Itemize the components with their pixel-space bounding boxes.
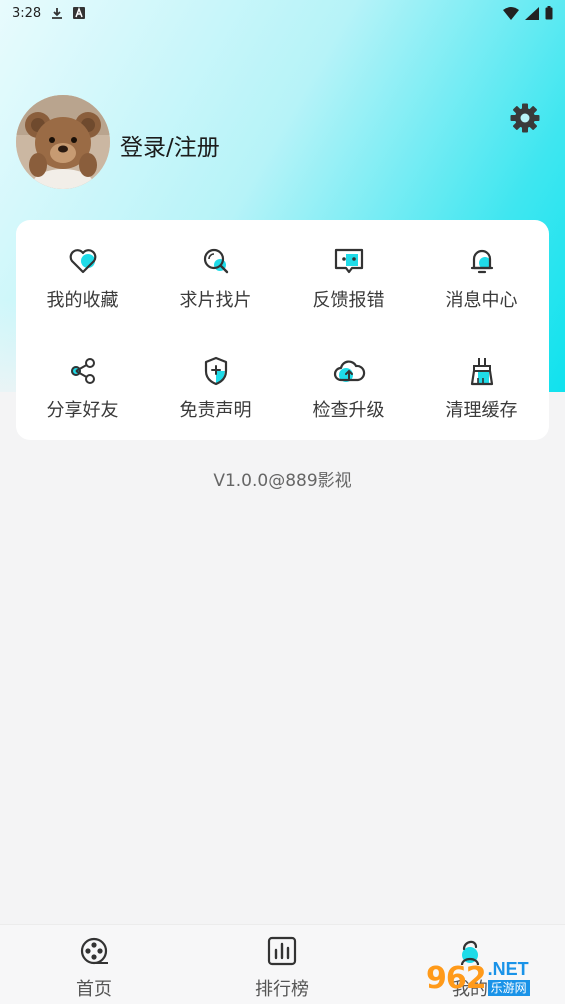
- bar-chart-icon: [267, 936, 297, 966]
- version-text: V1.0.0@889影视: [213, 471, 352, 491]
- teddy-bear-avatar-image: [16, 95, 110, 189]
- site-watermark: 962 .NET 乐游网: [426, 956, 562, 1000]
- watermark-number: 962: [426, 960, 487, 996]
- menu-item-disclaimer[interactable]: 免责声明: [149, 330, 282, 440]
- login-register-link[interactable]: 登录/注册: [120, 128, 220, 162]
- battery-icon: [545, 6, 553, 20]
- menu-item-messages[interactable]: 消息中心: [415, 220, 548, 330]
- status-bar: 3:28: [0, 0, 565, 26]
- bell-icon: [470, 249, 493, 274]
- tab-ranking-label: 排行榜: [255, 979, 309, 1000]
- film-reel-icon: [80, 937, 108, 965]
- tab-ranking[interactable]: 排行榜: [188, 925, 376, 1004]
- tab-home-label: 首页: [76, 979, 112, 1000]
- gear-icon: [510, 103, 540, 133]
- menu-item-feedback[interactable]: 反馈报错: [282, 220, 415, 330]
- menu-item-label: 我的收藏: [46, 290, 119, 311]
- settings-button[interactable]: [508, 101, 542, 135]
- menu-item-check-update[interactable]: 检查升级: [282, 330, 415, 440]
- menu-item-label: 分享好友: [46, 400, 119, 421]
- broom-icon: [470, 358, 493, 386]
- wifi-icon: [503, 6, 519, 20]
- menu-item-label: 求片找片: [179, 290, 252, 311]
- watermark-text: 乐游网: [487, 980, 530, 996]
- menu-item-label: 免责声明: [179, 400, 252, 421]
- share-icon: [70, 358, 95, 384]
- menu-item-request-film[interactable]: 求片找片: [149, 220, 282, 330]
- shield-plus-icon: [204, 356, 227, 386]
- menu-item-label: 反馈报错: [312, 290, 385, 311]
- status-time: 3:28: [12, 5, 42, 21]
- menu-item-label: 检查升级: [312, 400, 385, 421]
- watermark-domain: .NET: [487, 959, 529, 979]
- menu-item-label: 消息中心: [445, 290, 518, 311]
- menu-item-clear-cache[interactable]: 清理缓存: [415, 330, 548, 440]
- download-icon: [52, 7, 63, 19]
- menu-card: 我的收藏 求片找片 反馈报错 消息中心 分享好友 免责声明 检查升级 清理缓存: [16, 220, 549, 440]
- menu-item-share[interactable]: 分享好友: [16, 330, 149, 440]
- menu-item-favorites[interactable]: 我的收藏: [16, 220, 149, 330]
- cloud-upload-icon: [333, 360, 365, 382]
- avatar[interactable]: [16, 95, 110, 189]
- tab-home[interactable]: 首页: [0, 925, 188, 1004]
- search-film-icon: [203, 248, 228, 274]
- menu-item-label: 清理缓存: [445, 400, 518, 421]
- app-notification-icon: [73, 7, 86, 19]
- feedback-icon: [334, 248, 363, 274]
- signal-icon: [525, 6, 539, 20]
- heart-icon: [69, 249, 96, 274]
